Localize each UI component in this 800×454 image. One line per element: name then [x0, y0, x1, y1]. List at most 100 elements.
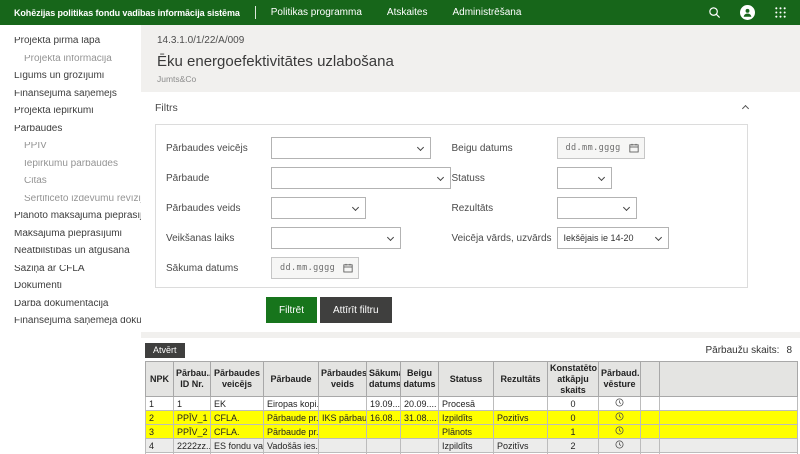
apps-grid-icon[interactable] — [774, 6, 787, 19]
field-label: Veicēja vārds, uzvārds — [452, 233, 557, 244]
column-header-p-rbaudes-veids: Pārbaudes veids — [319, 362, 367, 397]
cell-parbaud-vesture — [599, 425, 641, 439]
field-label: Beigu datums — [452, 143, 557, 154]
filter-right-column: Beigu datumsdd.mm.ggggStatuss Rezultāts … — [452, 137, 738, 287]
select-veik-anas-laiks[interactable] — [271, 227, 401, 249]
chevron-down-icon — [622, 203, 629, 210]
cell-rezult-ts — [494, 397, 548, 411]
sidebar-item-finans-juma-sa-m-js[interactable]: Finansējuma saņēmējs — [0, 90, 141, 99]
cell-npk: 4 — [146, 439, 174, 453]
column-header-statuss: Statuss — [439, 362, 494, 397]
select-value — [278, 173, 281, 183]
table-row[interactable]: 2PPĪV_1CFLA.Pārbaude pr...IKS pārbaude16… — [146, 411, 798, 425]
select-p-rbaude[interactable] — [271, 167, 451, 189]
cell-parbaud-vesture — [599, 397, 641, 411]
filter-field-beigu-datums: Beigu datumsdd.mm.gggg — [452, 137, 738, 159]
history-icon[interactable] — [615, 398, 624, 407]
cell-konstat-to-atk-pju-skaits: 0 — [548, 411, 599, 425]
history-icon[interactable] — [615, 440, 624, 449]
cell-konstat-to-atk-pju-skaits: 0 — [548, 397, 599, 411]
history-icon[interactable] — [615, 426, 624, 435]
field-label: Pārbaude — [166, 173, 271, 184]
sidebar-item-projekta-inform-cija[interactable]: Projekta informācija — [0, 55, 141, 64]
collapse-chevron-icon[interactable] — [742, 104, 749, 111]
table-row[interactable]: 11EKEiropas kopi...19.09....20.09....Pro… — [146, 397, 798, 411]
sidebar-item-sazi-a-ar-cfla[interactable]: Saziņa ar CFLA — [0, 265, 141, 274]
cell-rezult-ts: Pozitīvs — [494, 411, 548, 425]
nav-politikas-programma[interactable]: Politikas programma — [271, 7, 362, 18]
open-button[interactable]: Atvērt — [145, 343, 185, 358]
sidebar-item-neatbilst-bas-un-atg-ana[interactable]: Neatbilstības un atgūšana — [0, 247, 141, 256]
records-count: Pārbaužu skaits:8 — [706, 345, 793, 356]
column-header-konstat-to-atk-pju-skaits: Konstatēto atkāpju skaits — [548, 362, 599, 397]
cell-statuss: Izpildīts — [439, 439, 494, 453]
chevron-down-icon — [654, 233, 661, 240]
cell-p-rbau-id-nr: PPĪV_2 — [174, 425, 211, 439]
cell-p-rbaude: Vadošās ies... — [264, 439, 319, 453]
select-value — [564, 173, 567, 183]
column-header-s-kuma-datums: Sākuma datums — [367, 362, 401, 397]
sidebar-item-finans-juma-sa-m-ja-dokume[interactable]: Finansējuma saņēmēja dokume... — [0, 317, 141, 326]
cell-beigu-datums: 20.09.... — [401, 397, 439, 411]
user-avatar[interactable] — [740, 5, 755, 20]
cell-empty — [660, 439, 798, 453]
filter-clear-button[interactable]: Attīrīt filtru — [320, 297, 392, 323]
column-header-beigu-datums: Beigu datums — [401, 362, 439, 397]
topbar-separator — [255, 6, 256, 19]
cell-s-kuma-datums: 16.08.... — [367, 411, 401, 425]
calendar-icon — [629, 143, 639, 153]
cell-statuss: Izpildīts — [439, 411, 494, 425]
cell-beigu-datums — [401, 439, 439, 453]
sidebar-item-darba-dokument-cija[interactable]: Darba dokumentācija — [0, 300, 141, 309]
filter-fields: Pārbaudes veicējs Pārbaude Pārbaudes vei… — [155, 124, 748, 288]
table-row[interactable]: 42222zz...ES fondu va...Vadošās ies...Iz… — [146, 439, 798, 453]
app-title: Kohēzijas politikas fondu vadības inform… — [0, 8, 240, 18]
records-count-label: Pārbaužu skaits: — [706, 345, 780, 356]
filter-field-p-rbaude: Pārbaude — [166, 167, 452, 189]
select-rezult-ts[interactable] — [557, 197, 637, 219]
filter-field-p-rbaudes-veic-js: Pārbaudes veicējs — [166, 137, 452, 159]
date-input-s-kuma-datums[interactable]: dd.mm.gggg — [271, 257, 359, 279]
sidebar-item-sertific-to-izdevumu-rev-zij[interactable]: Sertificēto izdevumu revīzija — [0, 195, 141, 204]
main-content: 14.3.1.0/1/22/A/009 Ēku energoefektivitā… — [141, 25, 800, 454]
cell-empty — [641, 397, 660, 411]
history-icon[interactable] — [615, 412, 624, 421]
select-veic-ja-v-rds-uzv-rds[interactable]: Iekšējais ie 14-20 — [557, 227, 669, 249]
chevron-down-icon — [417, 143, 424, 150]
chevron-down-icon — [352, 203, 359, 210]
cell-p-rbaudes-veids: IKS pārbaude — [319, 411, 367, 425]
chevron-down-icon — [437, 173, 444, 180]
sidebar-item-maks-juma-piepras-jumi[interactable]: Maksājuma pieprasījumi — [0, 230, 141, 239]
cell-p-rbau-id-nr: 1 — [174, 397, 211, 411]
filter-apply-button[interactable]: Filtrēt — [266, 297, 317, 323]
filter-field-rezult-ts: Rezultāts — [452, 197, 738, 219]
sidebar-item-citas[interactable]: Citas — [0, 177, 141, 186]
table-row[interactable]: 3PPĪV_2CFLA.Pārbaude pr...Plānots1 — [146, 425, 798, 439]
cell-p-rbaude: Pārbaude pr... — [264, 411, 319, 425]
sidebar-item-pl-noto-maks-juma-piepras-ju[interactable]: Plānoto maksājuma pieprasījum... — [0, 212, 141, 221]
sidebar-item-pp-v[interactable]: PPĪV — [0, 142, 141, 151]
cell-empty — [660, 397, 798, 411]
cell-s-kuma-datums — [367, 439, 401, 453]
sidebar-item-l-gums-un-groz-jumi[interactable]: Līgums un grozījumi — [0, 72, 141, 81]
cell-s-kuma-datums: 19.09.... — [367, 397, 401, 411]
sidebar-item-iepirkumu-p-rbaudes[interactable]: Iepirkumu pārbaudes — [0, 160, 141, 169]
sidebar-item-p-rbaudes[interactable]: Pārbaudes — [0, 125, 141, 134]
sidebar-item-dokumenti[interactable]: Dokumenti — [0, 282, 141, 291]
sidebar-item-projekta-iepirkumi[interactable]: Projekta iepirkumi — [0, 107, 141, 116]
sidebar-item-projekta-pirm-lapa[interactable]: Projekta pirmā lapa — [0, 37, 141, 46]
topbar-nav: Politikas programma Atskaites Administrēša… — [271, 7, 522, 18]
nav-administr-ana[interactable]: Administrēšana — [453, 7, 522, 18]
filter-field-s-kuma-datums: Sākuma datumsdd.mm.gggg — [166, 257, 452, 279]
select-p-rbaudes-veic-js[interactable] — [271, 137, 431, 159]
select-statuss[interactable] — [557, 167, 612, 189]
nav-atskaites[interactable]: Atskaites — [387, 7, 428, 18]
top-bar: Kohēzijas politikas fondu vadības inform… — [0, 0, 800, 25]
cell-rezult-ts: Pozitīvs — [494, 439, 548, 453]
search-icon[interactable] — [708, 6, 721, 19]
field-label: Statuss — [452, 173, 557, 184]
sidebar: Projekta pirmā lapa Projekta informācija L… — [0, 25, 141, 454]
select-p-rbaudes-veids[interactable] — [271, 197, 366, 219]
filter-field-veic-ja-v-rds-uzv-rds: Veicēja vārds, uzvārdsIekšējais ie 14-20 — [452, 227, 738, 249]
date-input-beigu-datums[interactable]: dd.mm.gggg — [557, 137, 645, 159]
